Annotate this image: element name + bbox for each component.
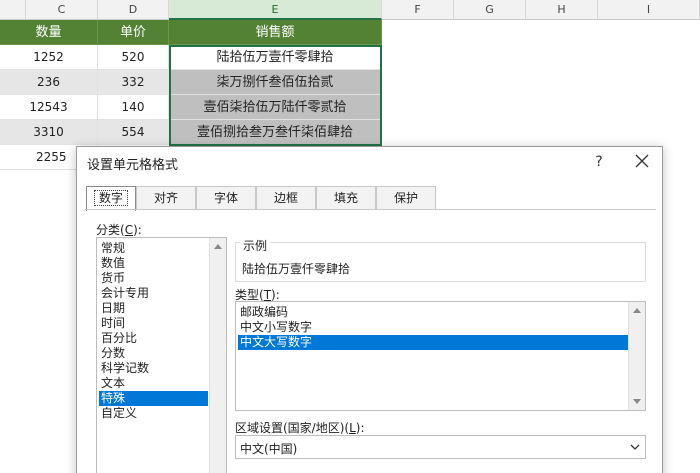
label-text: ): [133,223,142,237]
type-item[interactable]: 中文小写数字 [238,320,628,335]
format-cells-dialog: 设置单元格格式 ? 数字 对齐 字体 边框 填充 保护 分类(C): 常规 数值… [76,146,663,473]
column-header-h[interactable]: H [526,0,598,20]
category-item[interactable]: 科学记数 [99,361,208,376]
type-item[interactable]: 邮政编码 [238,305,628,320]
label-text: 区域设置(国家/地区)( [235,421,350,435]
label-text: 类型( [235,288,264,302]
table-row: 3310 554 壹佰捌拾叁万叁仟柒佰肆拾 [0,120,700,145]
cell-sales[interactable]: 柒万捌仟叁佰伍拾贰 [169,70,382,95]
cell-quantity[interactable]: 3310 [0,120,98,145]
sample-value: 陆拾伍万壹仟零肆拾 [242,262,351,276]
tab-label: 边框 [273,191,298,205]
tab-label: 填充 [333,191,358,205]
column-header-f[interactable]: F [382,0,454,20]
column-header-i[interactable]: I [598,0,700,20]
sample-legend: 示例 [240,237,271,254]
cell-sales[interactable]: 壹佰捌拾叁万叁仟柒佰肆拾 [169,120,382,145]
cell-price[interactable]: 520 [98,45,169,70]
close-button[interactable] [629,151,655,173]
scroll-down-arrow-icon[interactable] [633,399,641,404]
column-header-spacer [0,0,26,20]
category-item[interactable]: 自定义 [99,406,208,421]
cell-price[interactable]: 332 [98,70,169,95]
close-icon [635,154,649,168]
header-cell-quantity[interactable]: 数量 [0,20,98,45]
column-header-c[interactable]: C [26,0,98,20]
category-item[interactable]: 时间 [99,316,208,331]
cell-sales[interactable]: 壹佰柒拾伍万陆仟零贰拾 [169,95,382,120]
locale-select[interactable]: 中文(中国) [235,435,646,459]
access-key: T [263,288,272,302]
header-row: 数量 单价 销售额 [0,20,700,45]
tab-fill[interactable]: 填充 [316,186,376,210]
type-item-selected[interactable]: 中文大写数字 [238,335,628,350]
tab-font[interactable]: 字体 [196,186,256,210]
column-header-g[interactable]: G [454,0,526,20]
category-item[interactable]: 常规 [99,241,208,256]
help-button[interactable]: ? [587,151,611,173]
locale-value: 中文(中国) [240,442,298,456]
cell-quantity[interactable]: 1252 [0,45,98,70]
dialog-titlebar[interactable]: 设置单元格格式 ? [77,147,662,177]
category-item[interactable]: 百分比 [99,331,208,346]
cell-quantity[interactable]: 12543 [0,95,98,120]
access-key: C [124,223,134,237]
tab-label: 保护 [393,191,418,205]
tab-label: 对齐 [153,191,178,205]
tab-number[interactable]: 数字 [86,186,136,211]
dialog-title: 设置单元格格式 [87,158,179,173]
header-cell-price[interactable]: 单价 [98,20,169,45]
category-item[interactable]: 分数 [99,346,208,361]
category-list[interactable]: 常规 数值 货币 会计专用 日期 时间 百分比 分数 科学记数 文本 特殊 自定… [96,237,227,473]
tab-alignment[interactable]: 对齐 [136,186,196,210]
category-item[interactable]: 数值 [99,256,208,271]
tab-border[interactable]: 边框 [256,186,316,210]
label-text: ): [355,421,365,435]
label-text: ): [271,288,280,302]
table-row: 12543 140 壹佰柒拾伍万陆仟零贰拾 [0,95,700,120]
label-text: 分类( [96,223,125,237]
table-row: 236 332 柒万捌仟叁佰伍拾贰 [0,70,700,95]
type-scrollbar[interactable] [628,302,645,410]
scroll-up-arrow-icon[interactable] [633,308,641,313]
tab-label: 字体 [213,191,238,205]
category-item[interactable]: 日期 [99,301,208,316]
category-item[interactable]: 文本 [99,376,208,391]
table-row: 1252 520 陆拾伍万壹仟零肆拾 [0,45,700,70]
cell-sales[interactable]: 陆拾伍万壹仟零肆拾 [169,45,382,70]
chevron-down-icon [630,444,640,450]
cell-price[interactable]: 140 [98,95,169,120]
category-item[interactable]: 会计专用 [99,286,208,301]
header-cell-sales[interactable]: 销售额 [169,20,382,45]
locale-label: 区域设置(国家/地区)(L): [235,419,365,436]
category-item-selected[interactable]: 特殊 [99,391,208,406]
dropdown-button[interactable] [625,436,645,458]
access-key: L [349,421,356,435]
category-item[interactable]: 货币 [99,271,208,286]
column-header-d[interactable]: D [98,0,169,20]
cell-price[interactable]: 554 [98,120,169,145]
category-scrollbar[interactable] [209,238,226,473]
category-label: 分类(C): [96,221,142,238]
tab-protection[interactable]: 保护 [376,186,436,210]
scroll-up-arrow-icon[interactable] [214,244,222,249]
column-header-e[interactable]: E [169,0,382,20]
type-list[interactable]: 邮政编码 中文小写数字 中文大写数字 [235,301,646,411]
cell-quantity[interactable]: 236 [0,70,98,95]
tab-label: 数字 [93,190,128,206]
